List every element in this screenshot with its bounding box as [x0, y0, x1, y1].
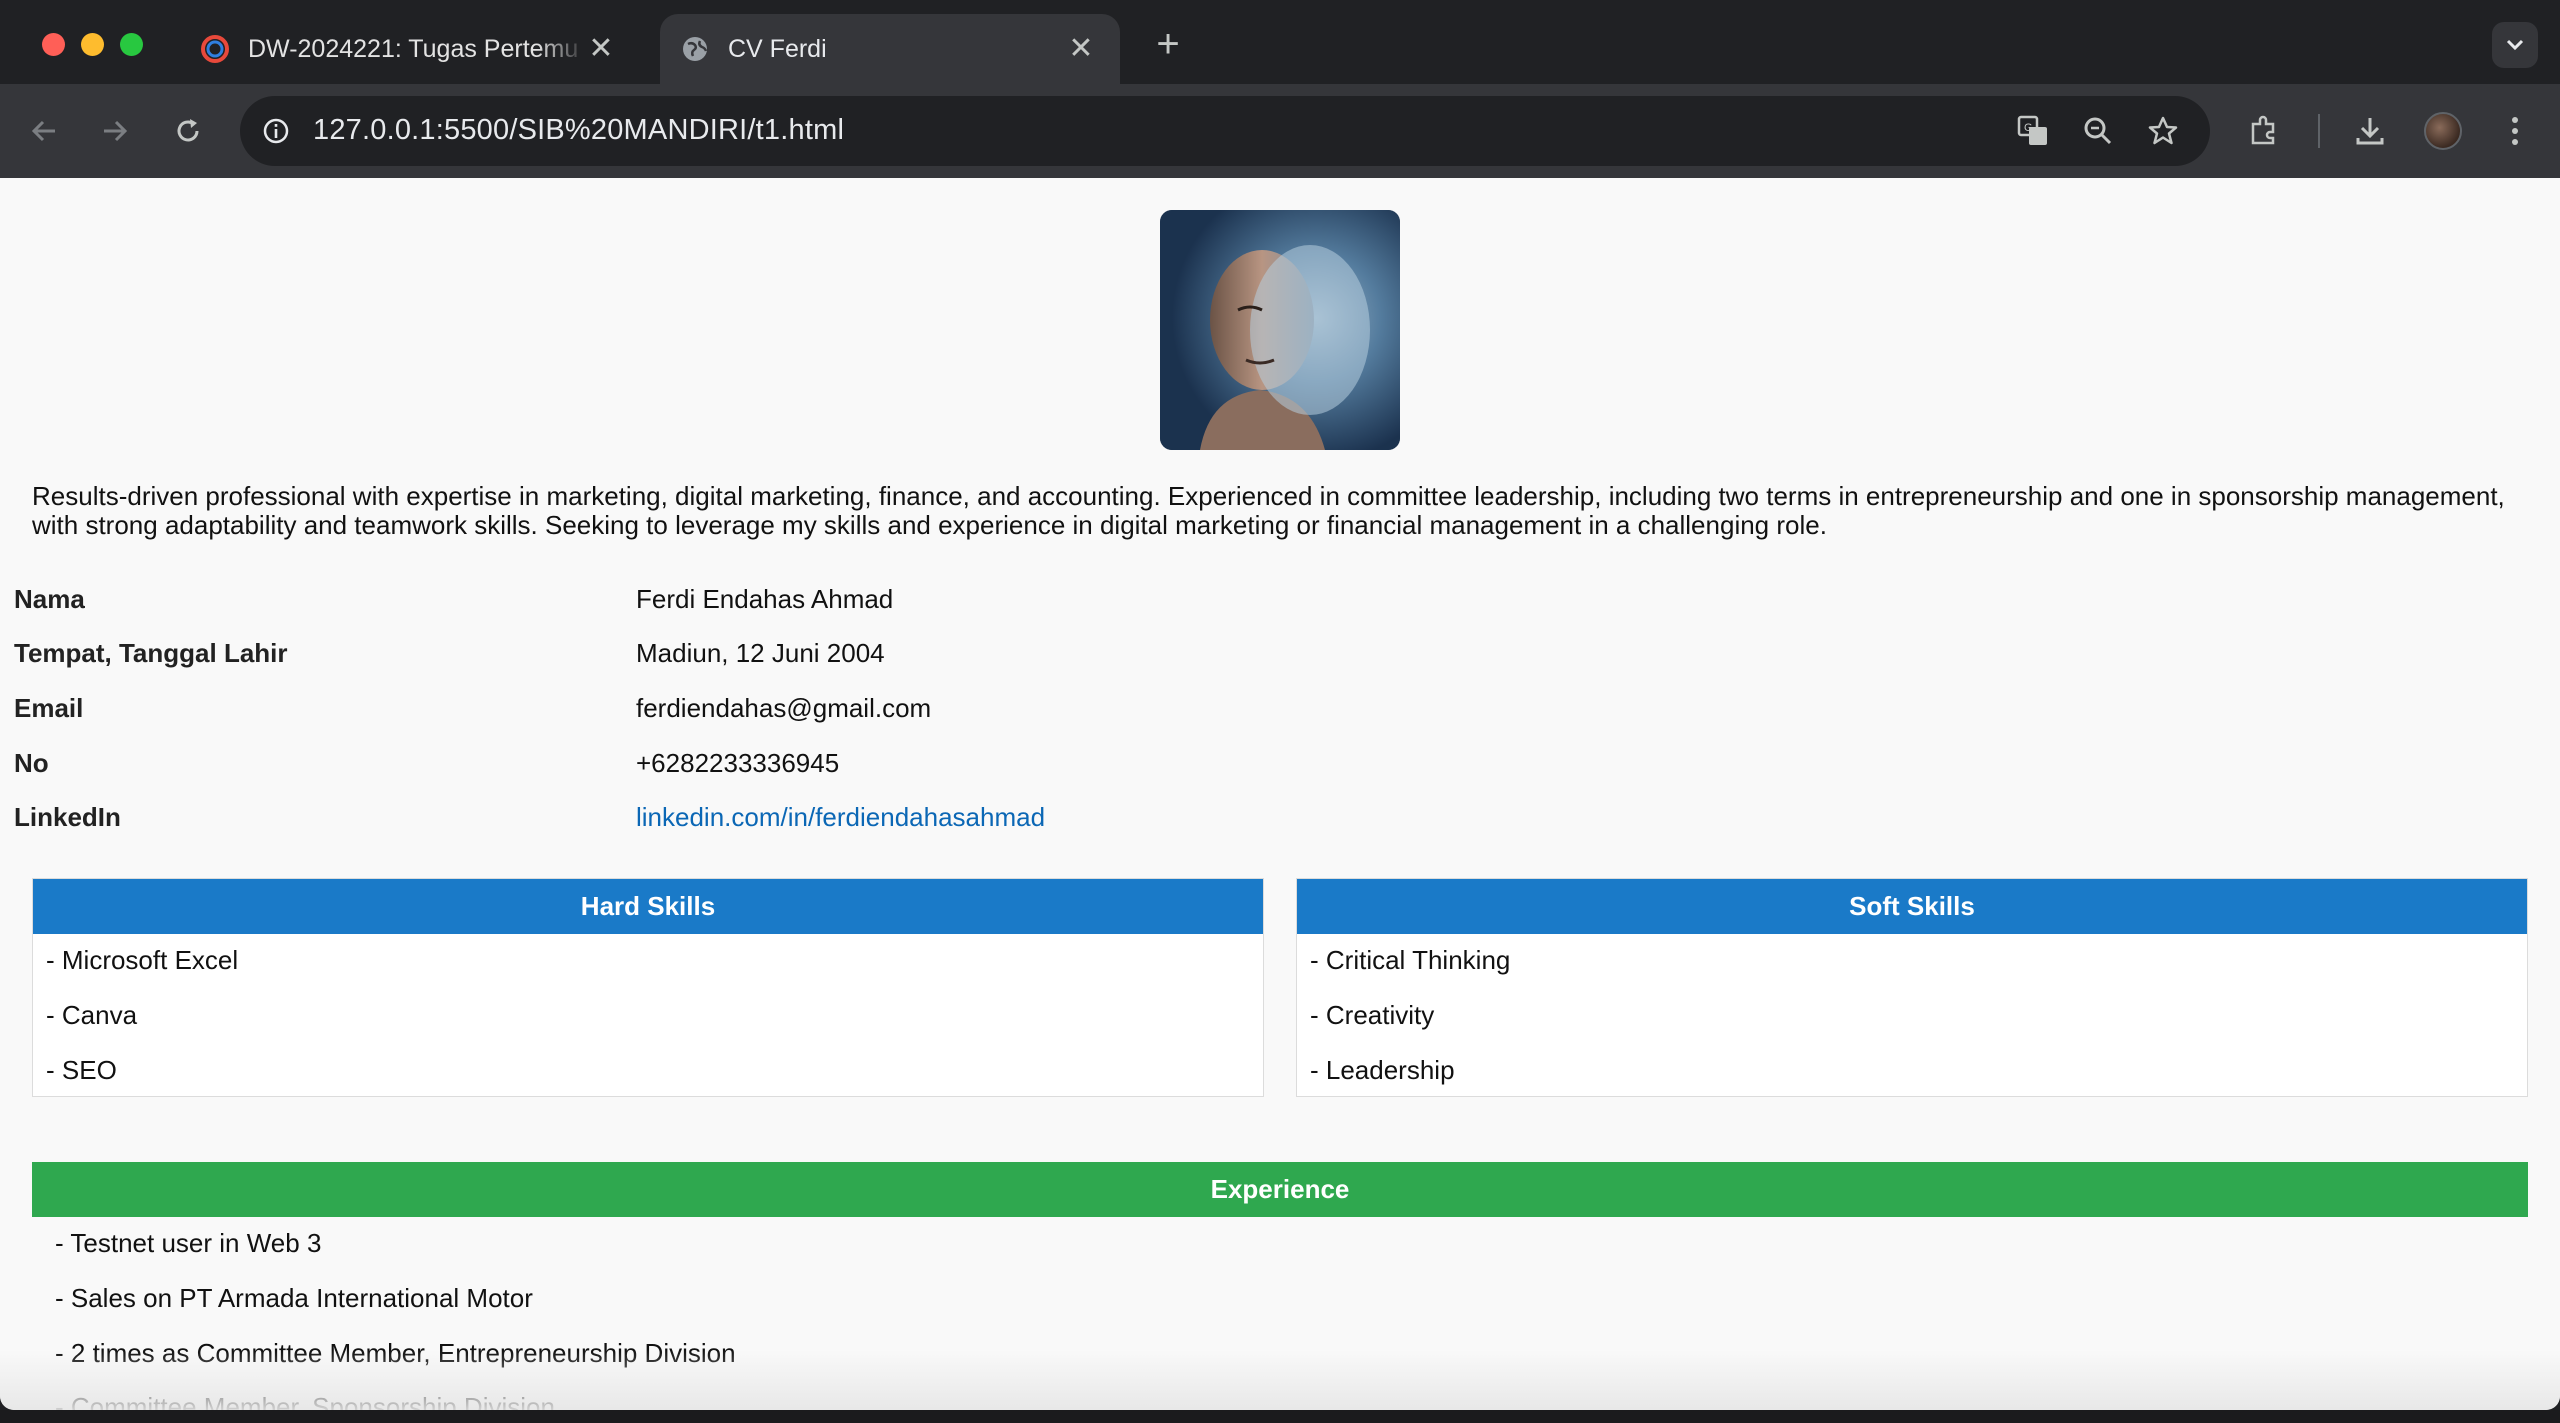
site-info-icon[interactable]: [258, 113, 294, 149]
new-tab-button[interactable]: +: [1148, 24, 1188, 64]
info-label: Tempat, Tanggal Lahir: [14, 638, 288, 668]
window-bottom-edge: [0, 1410, 2560, 1423]
soft-skills-card: Soft Skills - Critical Thinking - Creati…: [1296, 878, 2528, 1097]
reload-icon[interactable]: [165, 108, 211, 154]
info-row-birth: Tempat, Tanggal Lahir Madiun, 12 Juni 20…: [0, 638, 1300, 692]
tab-close-icon[interactable]: ✕: [586, 34, 616, 64]
back-icon[interactable]: [21, 108, 67, 154]
info-label: Nama: [14, 584, 85, 614]
toolbar-divider: [2318, 114, 2320, 148]
page-viewport: Results-driven professional with experti…: [0, 178, 2560, 1410]
close-window-button[interactable]: [42, 33, 65, 56]
info-label: LinkedIn: [14, 802, 121, 832]
info-row-linkedin: LinkedIn linkedin.com/in/ferdiendahasahm…: [0, 802, 1300, 856]
info-label: No: [14, 748, 49, 778]
download-icon[interactable]: [2347, 108, 2393, 154]
profile-summary: Results-driven professional with experti…: [32, 481, 2505, 540]
browser-toolbar: 127.0.0.1:5500/SIB%20MANDIRI/t1.html G: [0, 84, 2560, 178]
skill-item: - Creativity: [1310, 1000, 1435, 1030]
svg-text:G: G: [2024, 122, 2033, 134]
info-label: Email: [14, 693, 84, 723]
experience-item: - Sales on PT Armada International Motor: [55, 1283, 533, 1313]
tab-search-icon[interactable]: [2492, 22, 2538, 68]
skill-item: - Critical Thinking: [1310, 945, 1511, 975]
tab-title: CV Ferdi: [728, 34, 827, 63]
hard-skills-card: Hard Skills - Microsoft Excel - Canva - …: [32, 878, 1264, 1097]
zoom-icon[interactable]: [2080, 113, 2116, 149]
info-row-nama: Nama Ferdi Endahas Ahmad: [0, 584, 1300, 638]
skill-item: - Leadership: [1310, 1055, 1455, 1085]
minimize-window-button[interactable]: [81, 33, 104, 56]
linkedin-link[interactable]: linkedin.com/in/ferdiendahasahmad: [636, 802, 1045, 833]
skill-item: - Microsoft Excel: [46, 945, 239, 975]
forward-icon[interactable]: [92, 108, 138, 154]
soft-skills-header: Soft Skills: [1297, 879, 2527, 934]
globe-icon: [683, 37, 708, 61]
info-row-email: Email ferdiendahas@gmail.com: [0, 693, 1300, 747]
tab-close-icon[interactable]: ✕: [1066, 34, 1096, 64]
extensions-icon[interactable]: [2241, 108, 2287, 154]
skill-item: - SEO: [46, 1055, 117, 1085]
info-value: ferdiendahas@gmail.com: [636, 693, 932, 723]
skill-item: - Canva: [46, 1000, 138, 1030]
experience-item: - Committee Member, Sponsorship Division: [55, 1392, 555, 1410]
experience-header: Experience: [32, 1162, 2528, 1217]
info-row-phone: No +6282233336945: [0, 748, 1300, 802]
tab-dw-tugas[interactable]: DW-2024221: Tugas Pertemu ✕: [180, 14, 640, 84]
profile-photo: [1160, 210, 1400, 450]
tab-bar: DW-2024221: Tugas Pertemu ✕ CV Ferdi ✕ +: [0, 0, 2560, 84]
browser-window: DW-2024221: Tugas Pertemu ✕ CV Ferdi ✕ +: [0, 0, 2560, 1423]
info-value: Madiun, 12 Juni 2004: [636, 638, 885, 668]
profile-avatar[interactable]: [2424, 112, 2462, 150]
experience-item: - 2 times as Committee Member, Entrepren…: [55, 1338, 736, 1368]
url-text: 127.0.0.1:5500/SIB%20MANDIRI/t1.html: [313, 114, 845, 146]
info-value: +6282233336945: [636, 748, 840, 778]
experience-item: - Testnet user in Web 3: [55, 1228, 322, 1258]
translate-icon[interactable]: G: [2015, 113, 2051, 149]
more-menu-icon[interactable]: [2492, 108, 2538, 154]
tab-title: DW-2024221: Tugas Pertemu: [248, 34, 579, 63]
info-value: Ferdi Endahas Ahmad: [636, 584, 894, 614]
tab-cv-ferdi[interactable]: CV Ferdi ✕: [660, 14, 1120, 84]
address-bar[interactable]: 127.0.0.1:5500/SIB%20MANDIRI/t1.html G: [240, 96, 2210, 166]
bookmark-star-icon[interactable]: [2145, 113, 2181, 149]
maximize-window-button[interactable]: [120, 33, 143, 56]
tab-favicon-icon: [201, 35, 229, 63]
hard-skills-header: Hard Skills: [33, 879, 1263, 934]
